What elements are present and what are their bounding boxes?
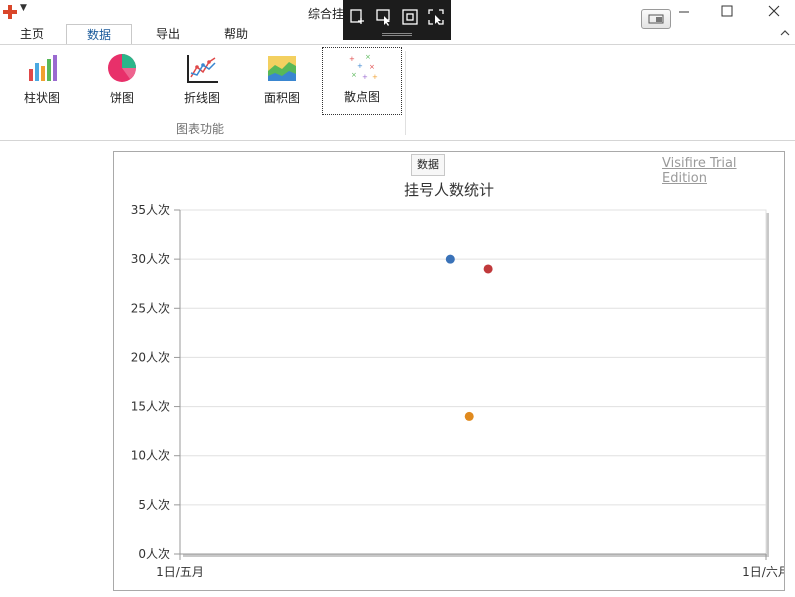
- y-tick-label: 10人次: [131, 449, 170, 463]
- ribbon-tabs: 主页 数据 导出 帮助: [0, 24, 795, 45]
- y-tick-label: 20人次: [131, 350, 170, 364]
- window-title: 综合挂: [308, 7, 345, 21]
- line-chart-label: 折线图: [183, 91, 220, 105]
- area-chart-icon: [268, 56, 296, 81]
- minimize-button[interactable]: [670, 2, 698, 24]
- collapse-ribbon-icon[interactable]: [780, 29, 790, 37]
- svg-text:+: +: [362, 73, 368, 81]
- tab-help[interactable]: 帮助: [212, 24, 260, 45]
- close-button[interactable]: [760, 2, 788, 24]
- y-tick-label: 25人次: [131, 301, 170, 315]
- svg-text:+: +: [357, 62, 363, 70]
- line-chart-button[interactable]: 折线图: [166, 49, 238, 115]
- line-chart-icon: [187, 55, 218, 83]
- svg-text:+: +: [349, 55, 355, 63]
- scatter-chart: 0人次 5人次 10人次 15人次 20人次 25人次 30人次 35人次 1日/五月 1日/六月: [131, 203, 784, 579]
- bar-chart-label: 柱状图: [23, 91, 60, 105]
- scatter-chart-icon: + × + × × + +: [349, 53, 378, 81]
- maximize-button[interactable]: [713, 2, 741, 24]
- y-tick-label: 35人次: [131, 203, 170, 217]
- pie-chart-icon: [108, 54, 136, 82]
- pie-chart-label: 饼图: [109, 91, 134, 105]
- scatter-point: [445, 254, 455, 264]
- scatter-point: [483, 264, 493, 274]
- scatter-chart-button[interactable]: + × + × × + + 散点图: [322, 47, 402, 115]
- y-tick-label: 0人次: [138, 547, 170, 561]
- app-logo-icon: [3, 5, 17, 19]
- area-chart-button[interactable]: 面积图: [246, 49, 318, 115]
- bar-chart-icon: [29, 55, 57, 81]
- chart-panel: 数据 Visifire Trial Edition 挂号人数统计 0人次 5人次 1…: [113, 151, 785, 591]
- y-tick-label: 5人次: [138, 498, 170, 512]
- svg-text:×: ×: [351, 71, 357, 79]
- plot-area: [179, 209, 767, 555]
- ribbon-group-label: 图表功能: [176, 122, 225, 136]
- x-tick-label: 1日/六月: [742, 565, 784, 579]
- ribbon-group-divider: [405, 51, 406, 135]
- y-tick-label: 15人次: [131, 400, 170, 414]
- svg-text:+: +: [372, 73, 378, 81]
- title-bar: ▼ 综合挂: [0, 0, 795, 40]
- x-tick-label: 1日/五月: [156, 565, 204, 579]
- tab-data[interactable]: 数据: [66, 24, 132, 45]
- tab-home[interactable]: 主页: [8, 24, 56, 45]
- y-tick-label: 30人次: [131, 252, 170, 266]
- scatter-point: [464, 411, 474, 421]
- quick-access-dropdown-icon[interactable]: ▼: [20, 3, 27, 13]
- scatter-chart-label: 散点图: [343, 90, 380, 104]
- tab-export[interactable]: 导出: [144, 24, 192, 45]
- area-chart-label: 面积图: [263, 91, 300, 105]
- svg-text:×: ×: [365, 53, 371, 61]
- ribbon-panel: 柱状图 饼图 折线图 面积图 + × + × × + + 散点图 图表功能: [0, 44, 795, 141]
- pie-chart-button[interactable]: 饼图: [86, 49, 158, 115]
- svg-text:×: ×: [369, 63, 375, 71]
- bar-chart-button[interactable]: 柱状图: [6, 49, 78, 115]
